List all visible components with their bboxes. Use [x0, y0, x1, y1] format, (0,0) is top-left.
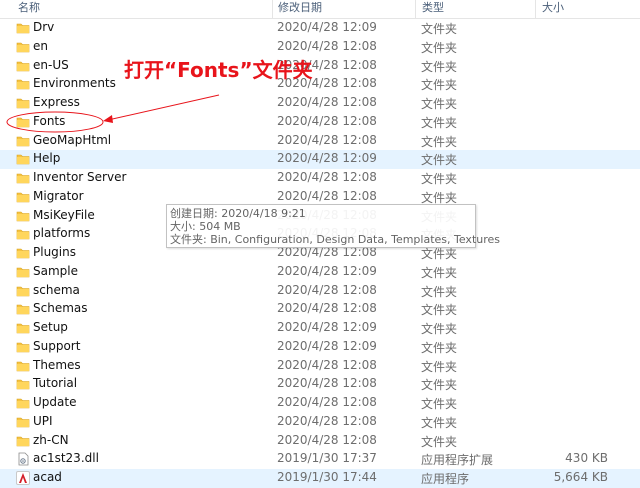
tooltip-created-date: 创建日期: 2020/4/18 9:21	[170, 207, 306, 220]
tooltip-contents: 文件夹: Bin, Configuration, Design Data, Te…	[170, 233, 501, 246]
folder-tooltip: 创建日期: 2020/4/18 9:21 大小: 504 MB 文件夹: Bin…	[166, 204, 501, 248]
pointer-arrow-head	[103, 115, 113, 123]
tooltip-size: 大小: 504 MB	[170, 220, 241, 233]
pointer-arrow-line	[107, 94, 220, 121]
highlight-ellipse	[6, 111, 104, 133]
